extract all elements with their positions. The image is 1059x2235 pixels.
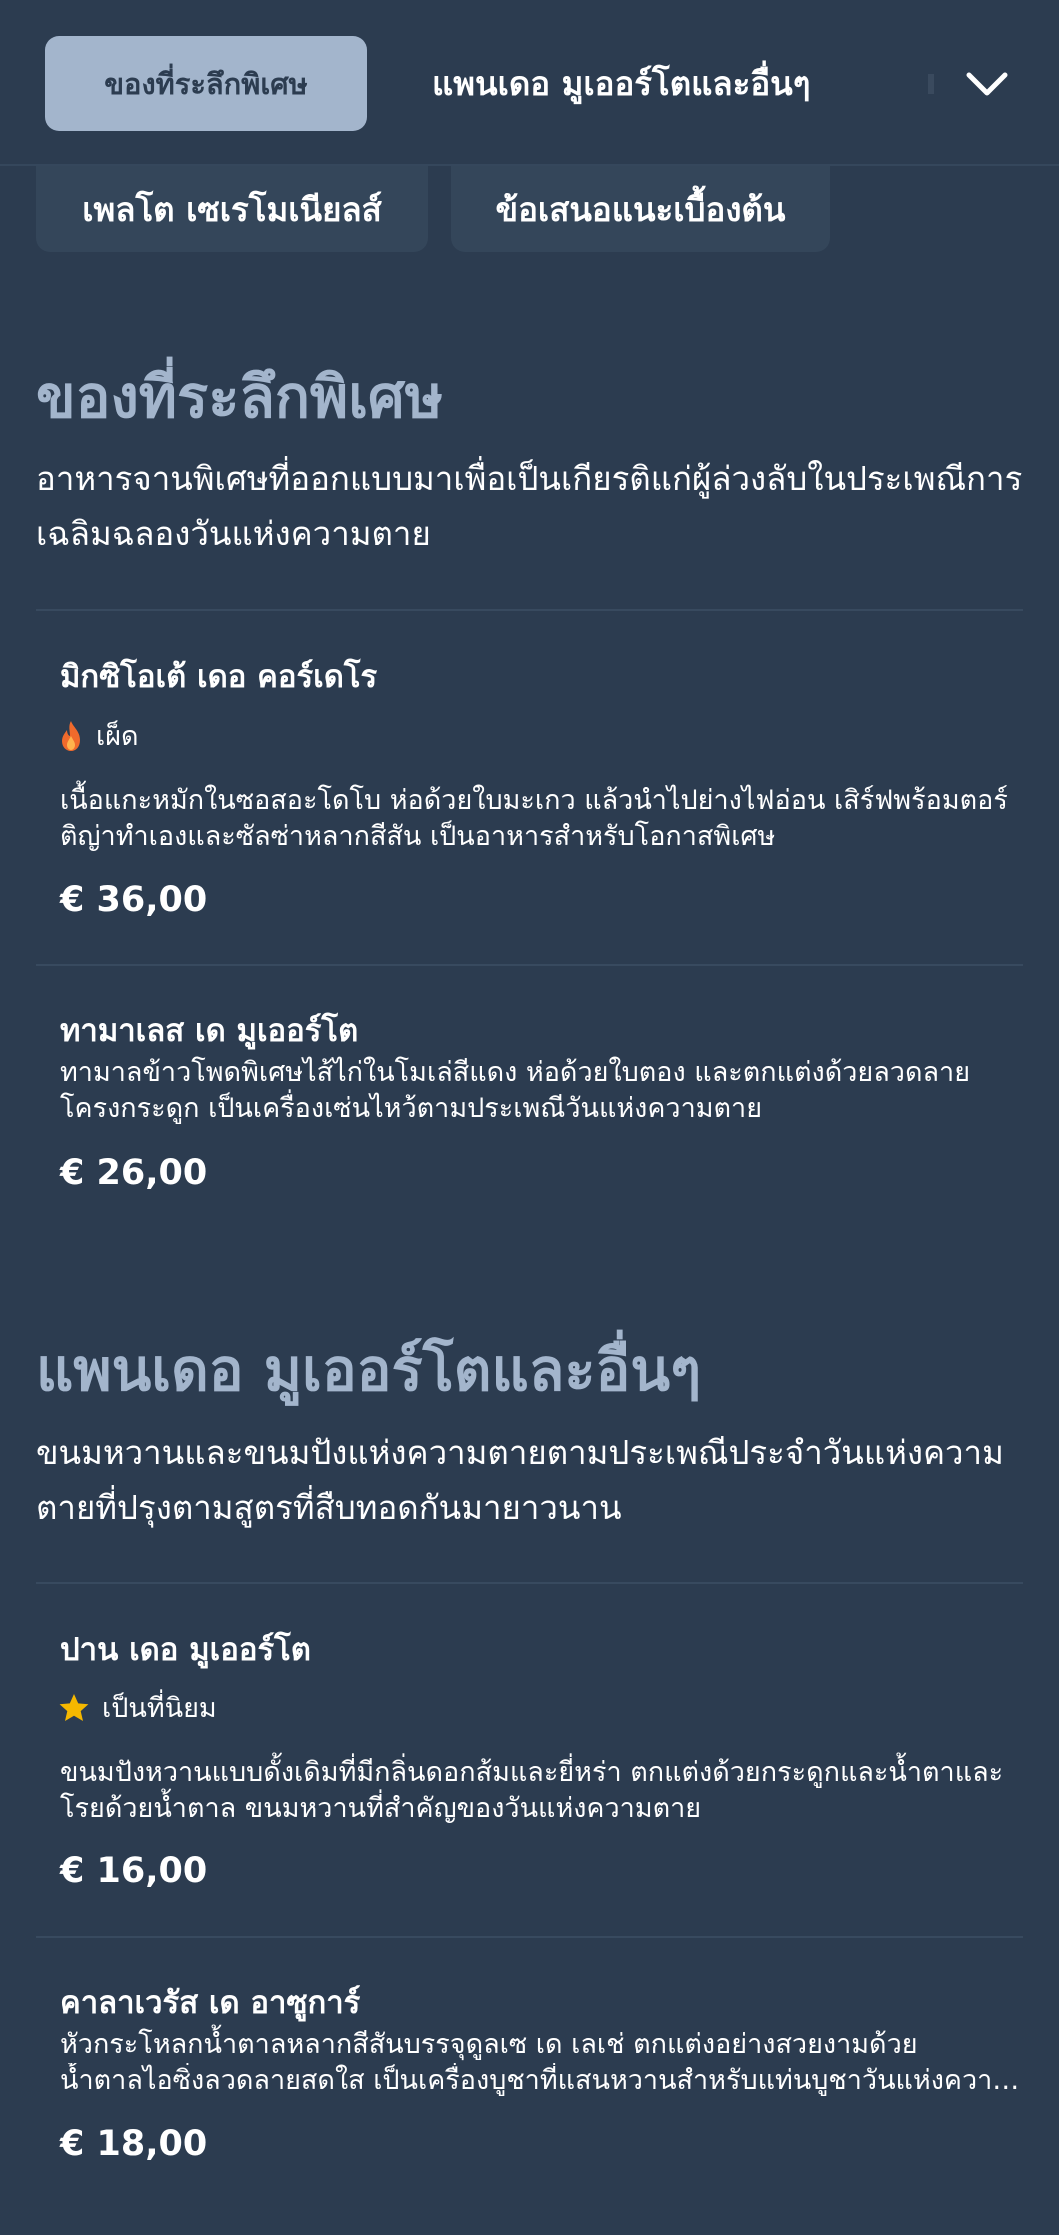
subtab-starters[interactable]: ข้อเสนอแนะเบื้องต้น: [451, 166, 830, 252]
category-nav: ของที่ระลึกพิเศษ แพนเดอ มูเออร์โตและอื่น…: [0, 0, 1059, 166]
divider: [36, 609, 1023, 611]
star-icon: [59, 1693, 89, 1721]
scroll-fade: [928, 74, 934, 94]
menu-item-description: ทามาลข้าวโพดพิเศษไส้ไก่ในโมเล่สีแดง ห่อด…: [60, 1057, 971, 1124]
description-line-truncated: น้ำตาลไอซิ่งลวดลายสดใส เป็นเครื่องบูชาที…: [60, 2065, 1020, 2096]
flame-icon: [62, 720, 80, 751]
menu-item-price: € 26,00: [60, 1153, 208, 1193]
tag-label: เป็นที่นิยม: [102, 1693, 217, 1724]
divider: [36, 964, 1023, 966]
tag-label: เผ็ด: [96, 721, 139, 752]
chevron-down-icon: [966, 72, 1008, 96]
menu-item-price: € 18,00: [60, 2124, 208, 2164]
popular-badge: เป็นที่นิยม: [58, 1686, 217, 1729]
section-description: ขนมหวานและขนมปังแห่งความตายตามประเพณีประ…: [36, 1433, 1004, 1527]
menu-item-name[interactable]: คาลาเวรัส เด อาซูการ์: [60, 1977, 360, 2027]
menu-item-name[interactable]: ปาน เดอ มูเออร์โต: [60, 1624, 311, 1674]
menu-item-name[interactable]: มิกซิโอเต้ เดอ คอร์เดโร: [60, 651, 377, 701]
menu-item-description: เนื้อแกะหมักในซอสอะโดโบ ห่อด้วยใบมะเกว แ…: [60, 785, 1008, 852]
tab-pan-de-muerto[interactable]: แพนเดอ มูเออร์โตและอื่นๆ: [432, 36, 810, 131]
subtab-ceremonial-plates[interactable]: เพลโต เซเรโมเนียลส์: [36, 166, 428, 252]
menu-item-name[interactable]: ทามาเลส เด มูเออร์โต: [60, 1005, 358, 1055]
section-description: อาหารจานพิเศษที่ออกแบบมาเพื่อเป็นเกียรติ…: [36, 459, 1023, 553]
section-title: แพนเดอ มูเออร์โตและอื่นๆ: [36, 1336, 702, 1404]
expand-categories-button[interactable]: [962, 58, 1012, 108]
menu-item-price: € 36,00: [60, 880, 208, 920]
subcategory-nav: เพลโต เซเรโมเนียลส์ ข้อเสนอแนะเบื้องต้น: [0, 166, 1059, 252]
spicy-badge: เผ็ด: [58, 714, 139, 757]
menu-item-description: ขนมปังหวานแบบดั้งเดิมที่มีกลิ่นดอกส้มและ…: [60, 1757, 1004, 1824]
description-line: หัวกระโหลกน้ำตาลหลากสีสันบรรจุดูลเซ เด เ…: [60, 2029, 918, 2060]
menu-item-price: € 16,00: [60, 1851, 208, 1891]
section-title: ของที่ระลึกพิเศษ: [36, 363, 444, 431]
tab-special-souvenirs[interactable]: ของที่ระลึกพิเศษ: [45, 36, 367, 131]
menu-item-description: หัวกระโหลกน้ำตาลหลากสีสันบรรจุดูลเซ เด เ…: [60, 2027, 1020, 2099]
divider: [36, 1936, 1023, 1938]
divider: [36, 1582, 1023, 1584]
